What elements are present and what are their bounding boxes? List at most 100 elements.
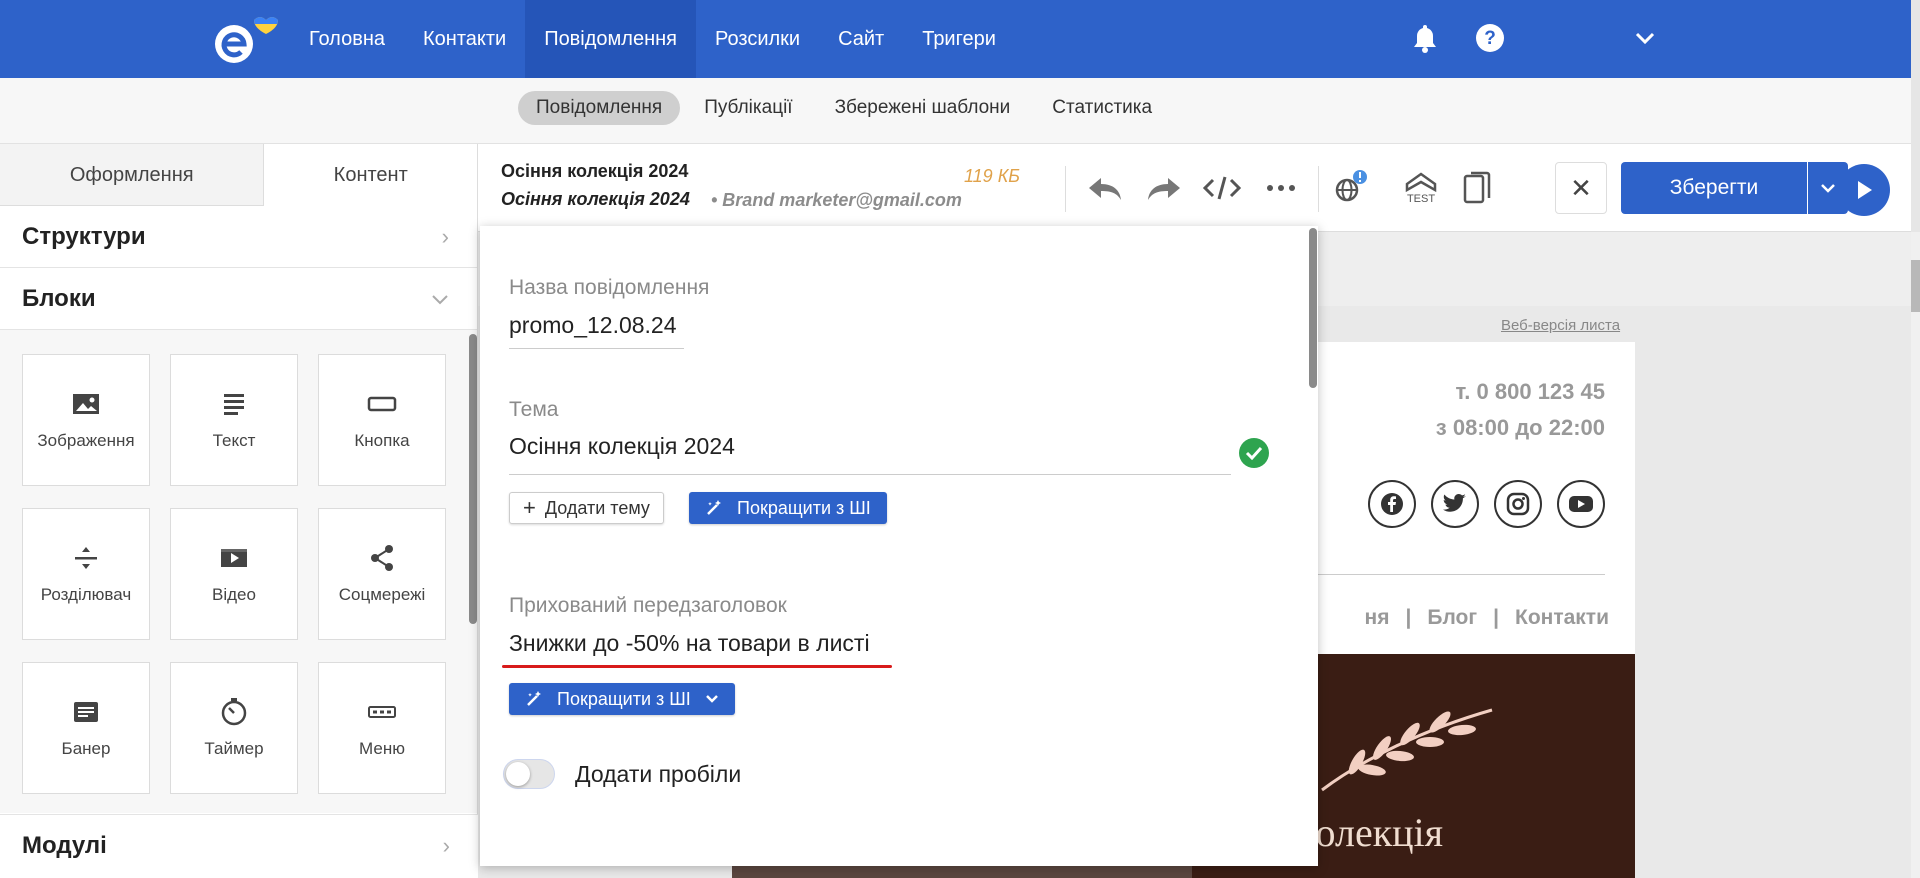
add-subject-button[interactable]: + Додати тему xyxy=(509,492,664,524)
message-sender: • Brand marketer@gmail.com xyxy=(711,190,962,210)
menu-link-contacts[interactable]: Контакти xyxy=(1515,606,1609,630)
block-image[interactable]: Зображення xyxy=(22,354,150,486)
globe-icon[interactable] xyxy=(1328,166,1372,210)
blocks-grid: Зображення Текст Кнопка Розділювач Відео… xyxy=(0,330,477,813)
test-send-icon[interactable]: TEST xyxy=(1399,166,1443,210)
nav-triggers[interactable]: Тригери xyxy=(903,0,1015,78)
subtab-messages[interactable]: Повідомлення xyxy=(518,91,681,125)
button-icon xyxy=(367,396,397,412)
subtab-saved-templates[interactable]: Збережені шаблони xyxy=(817,91,1029,125)
chevron-down-icon xyxy=(1821,184,1835,193)
undo-icon[interactable] xyxy=(1083,166,1127,210)
email-socials xyxy=(1368,480,1605,528)
nav-messages[interactable]: Повідомлення xyxy=(525,0,697,78)
divider xyxy=(1065,166,1066,212)
modal-scrollbar[interactable] xyxy=(1309,228,1317,388)
tab-design[interactable]: Оформлення xyxy=(0,144,264,206)
youtube-icon[interactable] xyxy=(1557,480,1605,528)
menu-separator: | xyxy=(1493,606,1499,629)
block-timer[interactable]: Таймер xyxy=(170,662,298,794)
play-icon xyxy=(1858,181,1872,199)
preheader-input[interactable]: Знижки до -50% на товари в листі xyxy=(509,630,870,657)
subject-input[interactable]: Осіння колекція 2024 xyxy=(509,433,735,460)
spellcheck-underline xyxy=(502,665,892,668)
svg-text:?: ? xyxy=(1484,28,1496,49)
editor-toolbar: Осіння колекція 2024 Осіння колекція 202… xyxy=(478,144,1911,232)
email-hours: з 08:00 до 22:00 xyxy=(1435,415,1605,440)
top-navbar: Головна Контакти Повідомлення Розсилки С… xyxy=(0,0,1911,78)
nav-contacts[interactable]: Контакти xyxy=(404,0,525,78)
improve-ai-button[interactable]: Покращити з ШІ xyxy=(689,492,887,524)
add-subject-label: Додати тему xyxy=(544,497,650,518)
block-divider[interactable]: Розділювач xyxy=(22,508,150,640)
canvas-scroll-thumb[interactable] xyxy=(1911,260,1920,312)
play-button[interactable] xyxy=(1838,164,1890,216)
block-text[interactable]: Текст xyxy=(170,354,298,486)
chevron-down-icon[interactable] xyxy=(1627,20,1663,56)
subject-label: Тема xyxy=(509,398,559,421)
preheader-label: Прихований передзаголовок xyxy=(509,594,787,617)
block-banner[interactable]: Банер xyxy=(22,662,150,794)
web-version-link[interactable]: Веб-версія листа xyxy=(1501,317,1620,334)
modules-row[interactable]: Модулі › xyxy=(0,815,478,877)
image-icon xyxy=(73,394,99,414)
left-scrollbar[interactable] xyxy=(469,334,477,624)
add-spaces-toggle[interactable] xyxy=(503,759,555,789)
tab-content[interactable]: Контент xyxy=(263,144,477,206)
block-label: Соцмережі xyxy=(338,585,426,604)
email-phone: т. 0 800 123 45 xyxy=(1455,379,1605,404)
main-nav: Головна Контакти Повідомлення Розсилки С… xyxy=(290,0,1015,78)
close-icon: ✕ xyxy=(1570,172,1592,203)
blocks-label: Блоки xyxy=(22,284,96,312)
magic-wand-icon xyxy=(527,691,541,706)
modules-section[interactable]: Модулі › xyxy=(0,814,478,878)
name-input[interactable]: promo_12.08.24 xyxy=(509,312,677,339)
block-label: Розділювач xyxy=(40,585,132,604)
menu-separator: | xyxy=(1405,606,1412,629)
close-button[interactable]: ✕ xyxy=(1555,162,1607,214)
logo[interactable] xyxy=(210,12,280,66)
subtab-statistics[interactable]: Статистика xyxy=(1034,91,1170,125)
message-size: 119 КБ xyxy=(964,166,1021,186)
code-icon[interactable] xyxy=(1200,166,1244,210)
blocks-section[interactable]: Блоки xyxy=(0,268,477,330)
redo-icon[interactable] xyxy=(1142,166,1186,210)
block-social[interactable]: Соцмережі xyxy=(318,508,446,640)
name-underline xyxy=(509,348,684,349)
facebook-icon[interactable] xyxy=(1368,480,1416,528)
sub-nav: Повідомлення Публікації Збережені шаблон… xyxy=(518,91,1170,125)
check-icon xyxy=(1239,438,1269,468)
more-icon[interactable] xyxy=(1259,166,1303,210)
email-menu: ня | Блог | Контакти xyxy=(1365,606,1609,630)
instagram-icon[interactable] xyxy=(1494,480,1542,528)
chevron-down-icon xyxy=(705,695,718,703)
banner-icon xyxy=(74,702,98,722)
subtab-publications[interactable]: Публікації xyxy=(686,91,810,125)
canvas-scrollbar[interactable] xyxy=(1911,232,1920,878)
test-label: TEST xyxy=(1407,193,1435,205)
block-menu[interactable]: Меню xyxy=(318,662,446,794)
email-contacts: т. 0 800 123 45 з 08:00 до 22:00 xyxy=(1436,374,1605,446)
bell-icon[interactable] xyxy=(1407,20,1443,56)
message-settings-modal: Назва повідомлення promo_12.08.24 Тема О… xyxy=(480,226,1318,866)
block-label: Текст xyxy=(212,431,256,450)
modules-label: Модулі xyxy=(22,832,107,859)
block-button[interactable]: Кнопка xyxy=(318,354,446,486)
block-video[interactable]: Відео xyxy=(170,508,298,640)
menu-link-partial[interactable]: ня xyxy=(1365,606,1390,630)
save-button[interactable]: Зберегти xyxy=(1621,162,1807,214)
toggle-knob xyxy=(506,762,530,786)
mobile-preview-icon[interactable] xyxy=(1455,166,1499,210)
share-icon xyxy=(371,545,393,571)
block-label: Зображення xyxy=(37,431,135,450)
leaf-ornament xyxy=(1321,708,1493,792)
twitter-icon[interactable] xyxy=(1431,480,1479,528)
nav-site[interactable]: Сайт xyxy=(819,0,903,78)
nav-home[interactable]: Головна xyxy=(290,0,404,78)
structures-section[interactable]: Структури › xyxy=(0,206,477,268)
nav-mailings[interactable]: Розсилки xyxy=(696,0,819,78)
menu-link-blog[interactable]: Блог xyxy=(1427,606,1477,630)
improve-ai-dropdown-button[interactable]: Покращити з ШІ xyxy=(509,683,735,715)
help-icon[interactable]: ? xyxy=(1472,20,1508,56)
video-icon xyxy=(221,549,247,567)
